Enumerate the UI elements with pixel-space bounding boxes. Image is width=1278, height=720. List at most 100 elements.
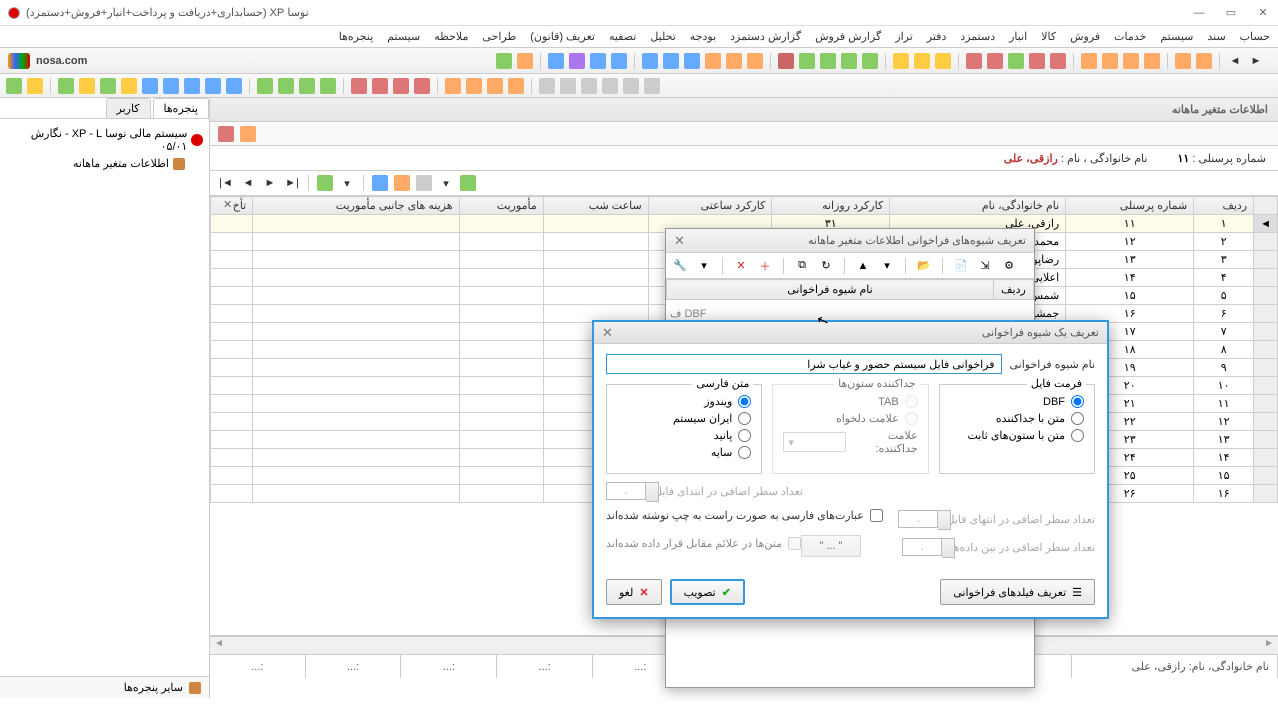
tool-icon[interactable] <box>299 78 315 94</box>
tool-icon[interactable] <box>778 53 794 69</box>
tool-icon[interactable] <box>623 78 639 94</box>
dropdown-icon[interactable]: ▾ <box>339 175 355 191</box>
menu-item[interactable]: تراز <box>895 30 913 43</box>
sidebar-tab-windows[interactable]: پنجره‌ها <box>153 98 209 118</box>
tool-icon[interactable] <box>642 53 658 69</box>
tool-icon[interactable] <box>79 78 95 94</box>
tool-icon[interactable] <box>841 53 857 69</box>
tool-icon[interactable] <box>747 53 763 69</box>
tool-icon[interactable] <box>205 78 221 94</box>
menu-item[interactable]: کالا <box>1041 30 1056 43</box>
wrench-icon[interactable]: 🔧 <box>672 258 688 274</box>
menu-item[interactable]: حساب <box>1240 30 1270 43</box>
dropdown-icon[interactable]: ▾ <box>696 258 712 274</box>
tool-icon[interactable] <box>496 53 512 69</box>
tool-icon[interactable] <box>466 78 482 94</box>
tool-icon[interactable] <box>684 53 700 69</box>
col-header[interactable]: کارکرد روزانه <box>772 197 890 215</box>
refresh-icon[interactable] <box>317 175 333 191</box>
tool-icon[interactable] <box>6 78 22 94</box>
tool-icon[interactable] <box>539 78 555 94</box>
tool-icon[interactable] <box>508 78 524 94</box>
settings-icon[interactable]: ⚙ <box>1001 258 1017 274</box>
open-icon[interactable]: 📂 <box>916 258 932 274</box>
tool-icon[interactable] <box>100 78 116 94</box>
nav-first-icon[interactable]: |◄ <box>218 175 234 191</box>
menu-item[interactable]: پنجره‌ها <box>339 30 373 43</box>
close-button[interactable]: ✕ <box>1256 6 1270 20</box>
method-name-input[interactable] <box>606 354 1002 374</box>
minimize-button[interactable]: — <box>1192 6 1206 20</box>
up-icon[interactable]: ▲ <box>855 258 871 274</box>
col-header[interactable]: ساعت شب <box>543 197 648 215</box>
tool-icon[interactable] <box>121 78 137 94</box>
tool-icon[interactable] <box>799 53 815 69</box>
nav-last-icon[interactable]: ►| <box>284 175 300 191</box>
tool-icon[interactable] <box>1144 53 1160 69</box>
menu-item[interactable]: سند <box>1207 30 1225 43</box>
radio-dbf[interactable] <box>1071 395 1084 408</box>
copy-icon[interactable]: ⧉ <box>794 258 810 274</box>
tool-icon[interactable] <box>1102 53 1118 69</box>
tool-icon[interactable] <box>914 53 930 69</box>
tool-icon[interactable] <box>705 53 721 69</box>
radio-panid[interactable] <box>738 429 751 442</box>
chk-rtl[interactable] <box>870 509 883 522</box>
tool-icon[interactable] <box>460 175 476 191</box>
tool-icon[interactable] <box>226 78 242 94</box>
menu-item[interactable]: خدمات <box>1114 30 1146 43</box>
tool-icon[interactable] <box>142 78 158 94</box>
nav-prev-icon[interactable]: ◄ <box>240 175 256 191</box>
tool-icon[interactable] <box>517 53 533 69</box>
tool-icon[interactable] <box>644 78 660 94</box>
tool-icon[interactable] <box>602 78 618 94</box>
add-icon[interactable]: ＋ <box>757 258 773 274</box>
tool-icon[interactable] <box>569 53 585 69</box>
sidebar-bottom[interactable]: سایر پنجره‌ها <box>0 676 209 698</box>
col-header[interactable]: کارکرد ساعتی <box>648 197 772 215</box>
dropdown-icon[interactable]: ▾ <box>438 175 454 191</box>
delete-icon[interactable]: ✕ <box>733 258 749 274</box>
tool-icon[interactable] <box>320 78 336 94</box>
tool-icon[interactable] <box>1081 53 1097 69</box>
grid-close-icon[interactable]: ✕ <box>223 198 232 211</box>
export-icon[interactable]: ⇲ <box>977 258 993 274</box>
tool-icon[interactable] <box>1029 53 1045 69</box>
tool-icon[interactable] <box>987 53 1003 69</box>
tool-icon[interactable] <box>1008 53 1024 69</box>
dropdown-icon[interactable]: ▾ <box>879 258 895 274</box>
tool-icon[interactable] <box>663 53 679 69</box>
close-icon[interactable]: ✕ <box>602 325 613 341</box>
tool-icon[interactable] <box>1196 53 1212 69</box>
menu-item[interactable]: انبار <box>1009 30 1027 43</box>
tool-icon[interactable] <box>726 53 742 69</box>
tool-icon[interactable] <box>1050 53 1066 69</box>
tool-icon[interactable] <box>445 78 461 94</box>
menu-item[interactable]: سیستم <box>387 30 420 43</box>
tool-icon[interactable] <box>393 78 409 94</box>
menu-item[interactable]: تصفیه <box>609 30 636 43</box>
tool-icon[interactable] <box>27 78 43 94</box>
tool-icon[interactable] <box>240 126 256 142</box>
tool-icon[interactable] <box>581 78 597 94</box>
menu-item[interactable]: فروش <box>1070 30 1100 43</box>
radio-sayeh[interactable] <box>738 446 751 459</box>
col-header[interactable]: ردیف <box>1194 197 1254 215</box>
maximize-button[interactable]: ▭ <box>1224 6 1238 20</box>
tool-icon[interactable] <box>862 53 878 69</box>
menu-item[interactable]: طراحی <box>482 30 516 43</box>
tool-icon[interactable] <box>218 126 234 142</box>
tool-icon[interactable] <box>966 53 982 69</box>
nav-next-icon[interactable]: ► <box>262 175 278 191</box>
menu-item[interactable]: ملاحظه <box>434 30 468 43</box>
tool-icon[interactable] <box>58 78 74 94</box>
tool-icon[interactable] <box>590 53 606 69</box>
tool-icon[interactable] <box>414 78 430 94</box>
tool-icon[interactable] <box>487 78 503 94</box>
menu-item[interactable]: بودجه <box>690 30 716 43</box>
tool-icon[interactable] <box>611 53 627 69</box>
menu-item[interactable]: دفتر <box>927 30 947 43</box>
nav-fwd-icon[interactable]: ► <box>1248 53 1264 69</box>
tool-icon[interactable] <box>548 53 564 69</box>
tool-icon[interactable] <box>820 53 836 69</box>
